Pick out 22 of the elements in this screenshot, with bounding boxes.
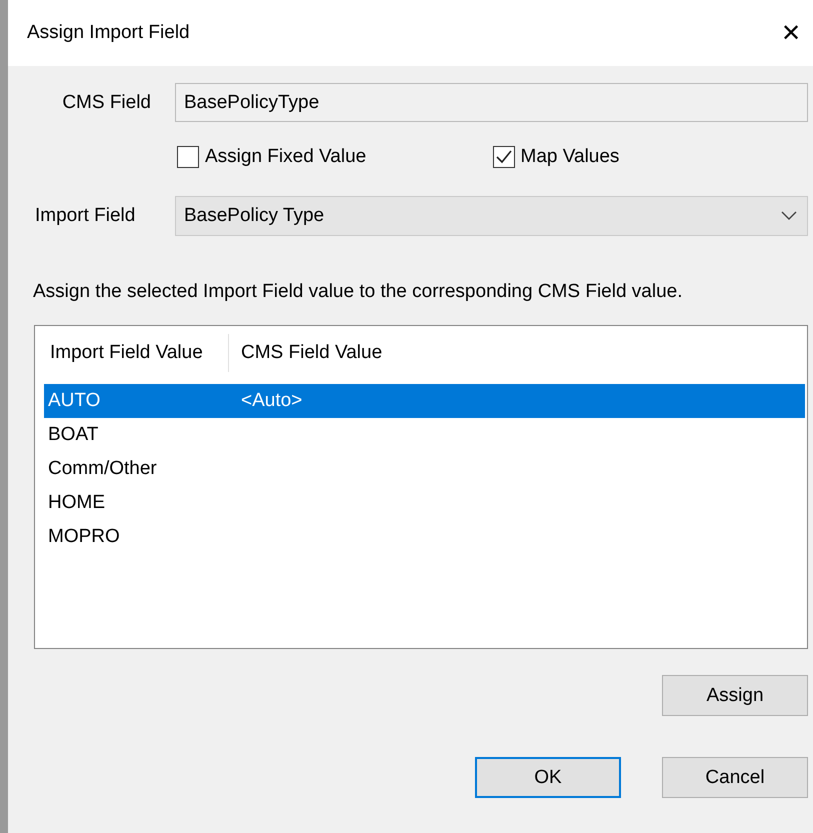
field-label: CMS Field [61, 92, 152, 114]
import-field-dropdown[interactable]: BasePolicy Type [175, 196, 808, 236]
dialog-button[interactable]: Cancel [662, 757, 808, 798]
checkbox-label: Map Values [520, 146, 620, 168]
instruction-text: Assign the selected Import Field value to the corresponding CMS Field value. [33, 281, 684, 303]
cms-field-input[interactable]: BasePolicyType [175, 83, 808, 122]
dialog-button[interactable]: OK [475, 757, 621, 798]
list-row[interactable]: Comm/Other [44, 452, 805, 486]
list-row[interactable]: AUTO <Auto> [44, 384, 805, 418]
field-label: Import Field [34, 205, 136, 227]
assign-button[interactable]: Assign [662, 675, 808, 716]
checkbox[interactable] [177, 146, 199, 168]
column-header[interactable]: Import Field Value [44, 334, 229, 372]
column-header[interactable]: CMS Field Value [229, 334, 382, 372]
chevron-down-icon [781, 211, 797, 221]
list-row[interactable]: BOAT [44, 418, 805, 452]
list-row[interactable]: MOPRO [44, 520, 805, 554]
checkbox[interactable] [492, 146, 514, 168]
window-title: Assign Import Field [27, 22, 190, 44]
list-row[interactable]: HOME [44, 486, 805, 520]
close-button[interactable]: ✕ [775, 14, 807, 52]
checkbox-label: Assign Fixed Value [205, 146, 366, 168]
